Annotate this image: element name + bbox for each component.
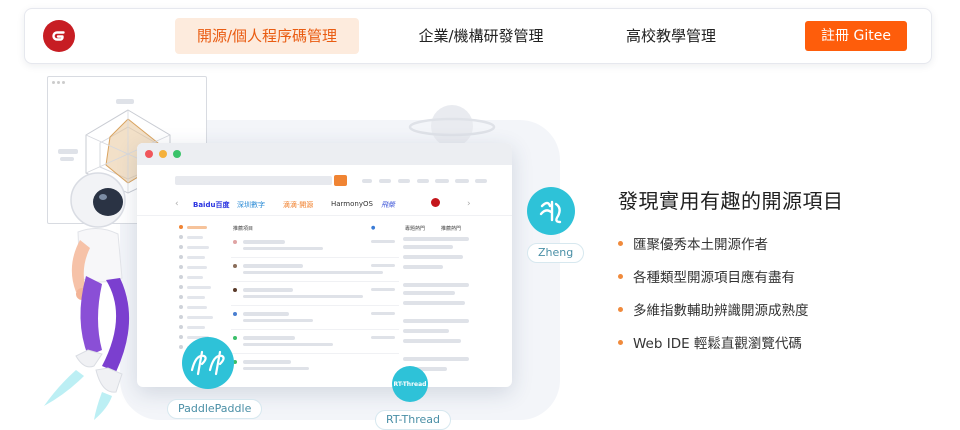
feature-item-label: 匯聚優秀本土開源作者 <box>633 237 768 253</box>
mock-list-row <box>231 355 399 377</box>
register-button[interactable]: 註冊 Gitee <box>805 21 907 51</box>
feature-item: Web IDE 輕鬆直觀瀏覽代碼 <box>618 332 802 352</box>
mock-tab-recommend: 推薦熱門 <box>441 226 462 232</box>
paddlepaddle-logo-icon[interactable] <box>182 337 234 389</box>
feature-item: 多維指數輔助辨識開源成熟度 <box>618 299 809 319</box>
mock-list-row <box>231 283 399 306</box>
features-headline: 發現實用有趣的開源項目 <box>618 189 844 213</box>
brand-paddle: 飛槳 <box>381 201 395 209</box>
rt-thread-logo-icon[interactable]: RT-Thread <box>392 366 428 402</box>
tab-open-source[interactable]: 開源/個人程序碼管理 <box>175 18 359 54</box>
maximize-dot-icon <box>173 150 181 158</box>
mock-search-input <box>175 176 332 185</box>
bullet-icon <box>618 273 623 279</box>
mock-list-row <box>231 307 399 330</box>
mock-list-row <box>231 235 399 258</box>
mock-list-header: 推薦項目 <box>233 226 254 232</box>
tab-education[interactable]: 高校教學管理 <box>609 18 733 54</box>
mock-search-button <box>334 175 347 186</box>
mock-tab-topic: 專題熱門 <box>405 226 426 232</box>
bullet-icon <box>618 339 623 345</box>
rt-thread-logo-text: RT-Thread <box>393 380 427 388</box>
close-dot-icon <box>145 150 153 158</box>
tab-enterprise[interactable]: 企業/機構研發管理 <box>401 18 561 54</box>
feature-item-label: 各種類型開源項目應有盡有 <box>633 270 795 286</box>
top-nav: 開源/個人程序碼管理 企業/機構研發管理 高校教學管理 註冊 Gitee <box>24 8 932 64</box>
mock-list-row <box>231 259 399 282</box>
gitee-logo-icon[interactable] <box>43 20 75 52</box>
feature-item-label: 多維指數輔助辨識開源成熟度 <box>633 303 809 319</box>
zheng-logo-icon[interactable] <box>527 187 575 235</box>
mock-list-row <box>231 331 399 354</box>
rt-thread-tag[interactable]: RT-Thread <box>375 410 451 430</box>
brand-baidu: Baidu百度 <box>193 201 230 209</box>
brand-shenzhen: 深圳數字 <box>237 201 265 209</box>
feature-item: 匯聚優秀本土開源作者 <box>618 233 768 253</box>
bullet-icon <box>618 240 623 246</box>
bullet-icon <box>618 306 623 312</box>
astronaut-icon <box>44 172 130 420</box>
zheng-tag[interactable]: Zheng <box>527 243 585 263</box>
browser-titlebar <box>137 143 512 165</box>
brand-harmonyos: HarmonyOS <box>331 200 373 208</box>
feature-item-label: Web IDE 輕鬆直觀瀏覽代碼 <box>633 336 802 352</box>
brand-didi: 滴滴·開源 <box>283 201 314 209</box>
feature-item: 各種類型開源項目應有盡有 <box>618 266 795 286</box>
mock-brand-row: ‹ Baidu百度 深圳數字 滴滴·開源 HarmonyOS 飛槳 › <box>137 195 512 216</box>
paddlepaddle-tag[interactable]: PaddlePaddle <box>167 399 263 419</box>
minimize-dot-icon <box>159 150 167 158</box>
